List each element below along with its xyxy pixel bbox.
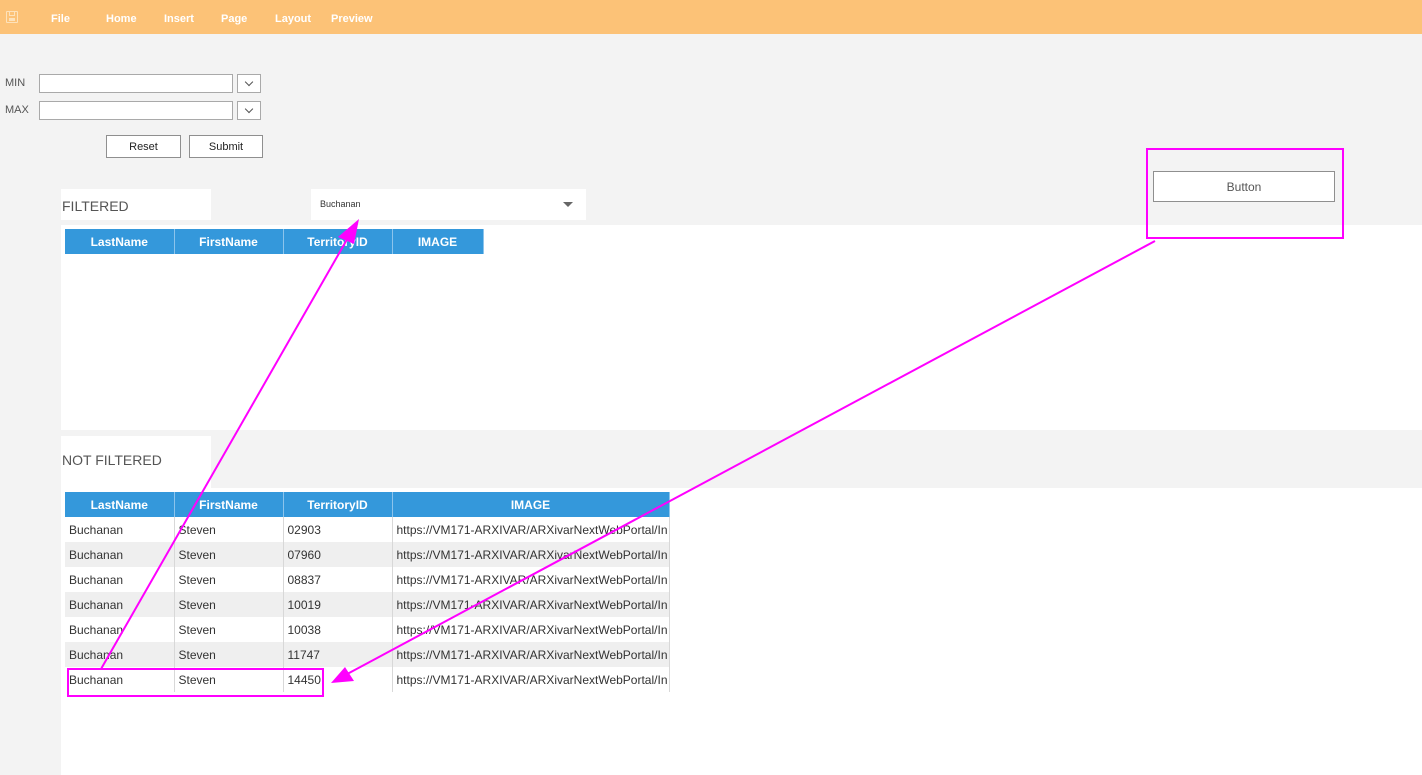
cell-lastname: Buchanan bbox=[65, 567, 175, 592]
menu-layout[interactable]: Layout bbox=[275, 13, 311, 25]
cell-firstname: Steven bbox=[174, 592, 284, 617]
table-row[interactable]: Buchanan Steven 10019 https://VM171-ARXI… bbox=[65, 592, 670, 617]
generic-button[interactable]: Button bbox=[1153, 171, 1335, 202]
filtered-title: FILTERED bbox=[62, 198, 129, 214]
caret-down-icon bbox=[563, 202, 573, 207]
table-row[interactable]: Buchanan Steven 08837 https://VM171-ARXI… bbox=[65, 567, 670, 592]
column-header-territoryid[interactable]: TerritoryID bbox=[283, 492, 393, 517]
cell-image: https://VM171-ARXIVAR/ARXivarNextWebPort… bbox=[392, 642, 670, 667]
cell-firstname: Steven bbox=[174, 517, 284, 542]
max-input[interactable] bbox=[39, 101, 233, 120]
column-header-territoryid[interactable]: TerritoryID bbox=[283, 229, 393, 254]
cell-firstname: Steven bbox=[174, 542, 284, 567]
table-row[interactable]: Buchanan Steven 11747 https://VM171-ARXI… bbox=[65, 642, 670, 667]
cell-territoryid: 02903 bbox=[283, 517, 393, 542]
select-value: Buchanan bbox=[320, 199, 361, 209]
cell-image: https://VM171-ARXIVAR/ARXivarNextWebPort… bbox=[392, 592, 670, 617]
save-icon[interactable] bbox=[6, 11, 18, 23]
top-toolbar: File Home Insert Page Layout Preview bbox=[0, 0, 1422, 34]
column-header-firstname[interactable]: FirstName bbox=[174, 492, 284, 517]
cell-image: https://VM171-ARXIVAR/ARXivarNextWebPort… bbox=[392, 567, 670, 592]
not-filtered-grid: LastName FirstName TerritoryID IMAGE Buc… bbox=[65, 492, 670, 692]
cell-lastname: Buchanan bbox=[65, 517, 175, 542]
min-label: MIN bbox=[5, 77, 26, 89]
cell-image: https://VM171-ARXIVAR/ARXivarNextWebPort… bbox=[392, 667, 670, 692]
min-dropdown-button[interactable] bbox=[237, 74, 261, 93]
min-input[interactable] bbox=[39, 74, 233, 93]
filtered-grid: LastName FirstName TerritoryID IMAGE bbox=[65, 229, 484, 254]
cell-territoryid: 14450 bbox=[283, 667, 393, 692]
cell-firstname: Steven bbox=[174, 567, 284, 592]
column-header-image[interactable]: IMAGE bbox=[392, 492, 670, 517]
cell-territoryid: 07960 bbox=[283, 542, 393, 567]
menu-preview[interactable]: Preview bbox=[331, 13, 373, 25]
menu-file[interactable]: File bbox=[51, 13, 70, 25]
table-row[interactable]: Buchanan Steven 14450 https://VM171-ARXI… bbox=[65, 667, 670, 692]
cell-lastname: Buchanan bbox=[65, 592, 175, 617]
not-filtered-title: NOT FILTERED bbox=[62, 452, 162, 468]
cell-territoryid: 08837 bbox=[283, 567, 393, 592]
menu-page[interactable]: Page bbox=[221, 13, 247, 25]
cell-firstname: Steven bbox=[174, 617, 284, 642]
max-label: MAX bbox=[5, 104, 29, 116]
cell-lastname: Buchanan bbox=[65, 542, 175, 567]
cell-firstname: Steven bbox=[174, 642, 284, 667]
column-header-lastname[interactable]: LastName bbox=[65, 229, 175, 254]
cell-territoryid: 11747 bbox=[283, 642, 393, 667]
table-row[interactable]: Buchanan Steven 07960 https://VM171-ARXI… bbox=[65, 542, 670, 567]
menu-insert[interactable]: Insert bbox=[164, 13, 194, 25]
cell-lastname: Buchanan bbox=[65, 642, 175, 667]
column-header-image[interactable]: IMAGE bbox=[392, 229, 484, 254]
cell-image: https://VM171-ARXIVAR/ARXivarNextWebPort… bbox=[392, 542, 670, 567]
cell-territoryid: 10019 bbox=[283, 592, 393, 617]
cell-territoryid: 10038 bbox=[283, 617, 393, 642]
cell-lastname: Buchanan bbox=[65, 617, 175, 642]
max-dropdown-button[interactable] bbox=[237, 101, 261, 120]
cell-lastname: Buchanan bbox=[65, 667, 175, 692]
lastname-filter-select[interactable]: Buchanan bbox=[311, 189, 586, 220]
chevron-down-icon bbox=[244, 77, 254, 87]
table-row[interactable]: Buchanan Steven 10038 https://VM171-ARXI… bbox=[65, 617, 670, 642]
cell-image: https://VM171-ARXIVAR/ARXivarNextWebPort… bbox=[392, 617, 670, 642]
menu-home[interactable]: Home bbox=[106, 13, 137, 25]
table-row[interactable]: Buchanan Steven 02903 https://VM171-ARXI… bbox=[65, 517, 670, 542]
column-header-firstname[interactable]: FirstName bbox=[174, 229, 284, 254]
cell-image: https://VM171-ARXIVAR/ARXivarNextWebPort… bbox=[392, 517, 670, 542]
column-header-lastname[interactable]: LastName bbox=[65, 492, 175, 517]
submit-button[interactable]: Submit bbox=[189, 135, 263, 158]
cell-firstname: Steven bbox=[174, 667, 284, 692]
filtered-grid-panel bbox=[61, 225, 1422, 430]
reset-button[interactable]: Reset bbox=[106, 135, 181, 158]
chevron-down-icon bbox=[244, 104, 254, 114]
